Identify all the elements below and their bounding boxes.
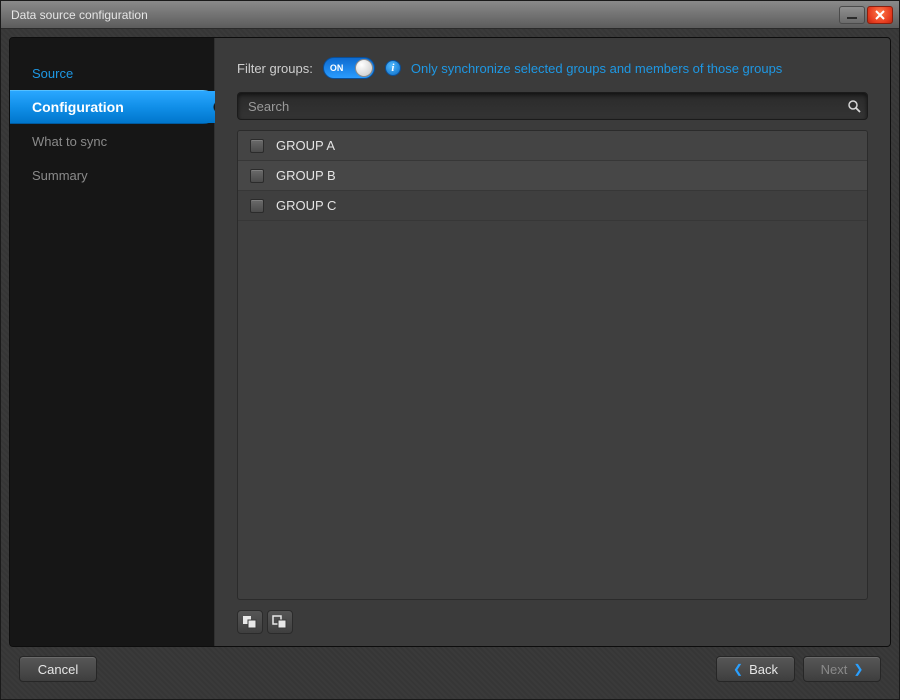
group-list: GROUP A GROUP B GROUP C [237,130,868,600]
toggle-text: ON [330,63,344,73]
close-icon [875,10,885,20]
search-wrap [237,92,868,120]
chevron-right-icon: ❯ [853,662,863,676]
group-checkbox[interactable] [250,199,264,213]
selection-toolbar [237,610,868,634]
group-checkbox[interactable] [250,169,264,183]
select-none-icon [272,615,288,629]
sidebar-item-label: Configuration [32,99,124,115]
search-input[interactable] [237,92,868,120]
info-icon[interactable]: i [385,60,401,76]
filter-row: Filter groups: ON i Only synchronize sel… [237,54,868,82]
group-label: GROUP A [276,138,335,153]
cancel-button[interactable]: Cancel [19,656,97,682]
sidebar-item-label: What to sync [32,134,107,149]
sidebar-item-what-to-sync[interactable]: What to sync [10,124,214,158]
dialog-footer: Cancel ❮ Back Next ❯ [9,647,891,691]
toggle-knob [355,59,373,77]
search-icon[interactable] [846,98,862,114]
button-label: Back [749,662,778,677]
window-title: Data source configuration [11,8,148,22]
back-button[interactable]: ❮ Back [716,656,795,682]
group-label: GROUP C [276,198,336,213]
next-button[interactable]: Next ❯ [803,656,881,682]
select-none-button[interactable] [267,610,293,634]
sidebar-item-label: Summary [32,168,88,183]
select-all-icon [242,615,258,629]
group-checkbox[interactable] [250,139,264,153]
button-label: Next [821,662,848,677]
group-row[interactable]: GROUP C [238,191,867,221]
close-button[interactable] [867,6,893,24]
sidebar-item-label: Source [32,66,73,81]
main-content: Filter groups: ON i Only synchronize sel… [215,38,890,646]
wizard-sidebar: Source Configuration What to sync Summar… [10,38,215,646]
filter-hint: Only synchronize selected groups and mem… [411,61,782,76]
dialog-body: Source Configuration What to sync Summar… [1,29,899,699]
titlebar: Data source configuration [1,1,899,29]
button-label: Cancel [38,662,78,677]
minimize-icon [846,9,858,21]
group-row[interactable]: GROUP B [238,161,867,191]
filter-toggle[interactable]: ON [323,57,375,79]
sidebar-item-configuration[interactable]: Configuration [10,90,220,124]
sidebar-item-summary[interactable]: Summary [10,158,214,192]
group-row[interactable]: GROUP A [238,131,867,161]
group-label: GROUP B [276,168,336,183]
minimize-button[interactable] [839,6,865,24]
sidebar-item-source[interactable]: Source [10,56,214,90]
chevron-left-icon: ❮ [733,662,743,676]
dialog-window: Data source configuration Source Configu… [0,0,900,700]
filter-label: Filter groups: [237,61,313,76]
select-all-button[interactable] [237,610,263,634]
content-panel: Source Configuration What to sync Summar… [9,37,891,647]
